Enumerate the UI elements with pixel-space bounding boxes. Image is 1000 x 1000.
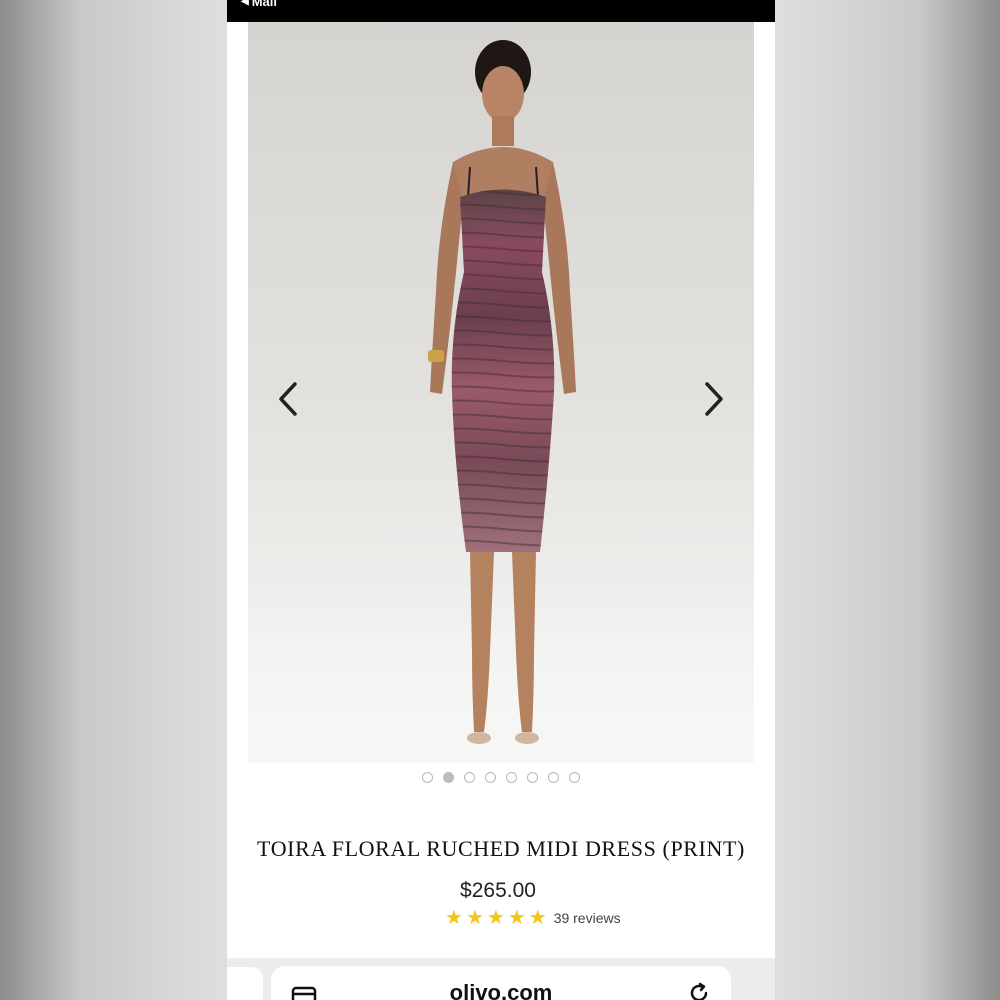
url-text[interactable]: olivo.com: [271, 980, 731, 1000]
back-triangle-icon: ◀: [241, 0, 249, 7]
phone-screen: ◀ Mail TOIRA FLORAL RUCHED MIDI DRESS (P…: [227, 0, 775, 1000]
reviews-count-link[interactable]: 39 reviews: [554, 910, 621, 926]
status-bar: ◀ Mail: [227, 0, 775, 22]
browser-bottom-bar: olivo.com: [227, 958, 775, 1000]
gallery-prev-button[interactable]: [268, 377, 308, 421]
gallery-dot[interactable]: [569, 772, 580, 783]
star-icon: ★: [465, 907, 484, 929]
previous-tab-card[interactable]: [227, 967, 263, 1000]
product-photo-model-in-dress: [428, 40, 576, 744]
gallery-dot[interactable]: [464, 772, 475, 783]
product-image-gallery[interactable]: [248, 22, 754, 763]
product-title: TOIRA FLORAL RUCHED MIDI DRESS (PRINT): [257, 836, 745, 861]
gallery-dot[interactable]: [485, 772, 496, 783]
gallery-dot[interactable]: [422, 772, 433, 783]
back-label: Mail: [251, 0, 277, 9]
star-icon: ★: [528, 907, 547, 929]
chevron-right-icon: [705, 382, 723, 416]
star-icon: ★: [486, 907, 505, 929]
gallery-dot-active[interactable]: [443, 772, 454, 783]
gallery-dot[interactable]: [506, 772, 517, 783]
product-price: $265.00: [460, 879, 536, 902]
product-rating[interactable]: ★ ★ ★ ★ ★ 39 reviews: [445, 908, 621, 928]
address-bar[interactable]: olivo.com: [271, 966, 731, 1000]
chevron-left-icon: [279, 382, 297, 416]
reload-icon[interactable]: [687, 981, 711, 1000]
back-to-mail-link[interactable]: ◀ Mail: [241, 0, 277, 9]
gallery-pagination: [227, 772, 775, 783]
star-icon: ★: [507, 907, 526, 929]
gallery-next-button[interactable]: [694, 377, 734, 421]
star-icon: ★: [445, 907, 463, 929]
gallery-dot[interactable]: [527, 772, 538, 783]
gallery-dot[interactable]: [548, 772, 559, 783]
